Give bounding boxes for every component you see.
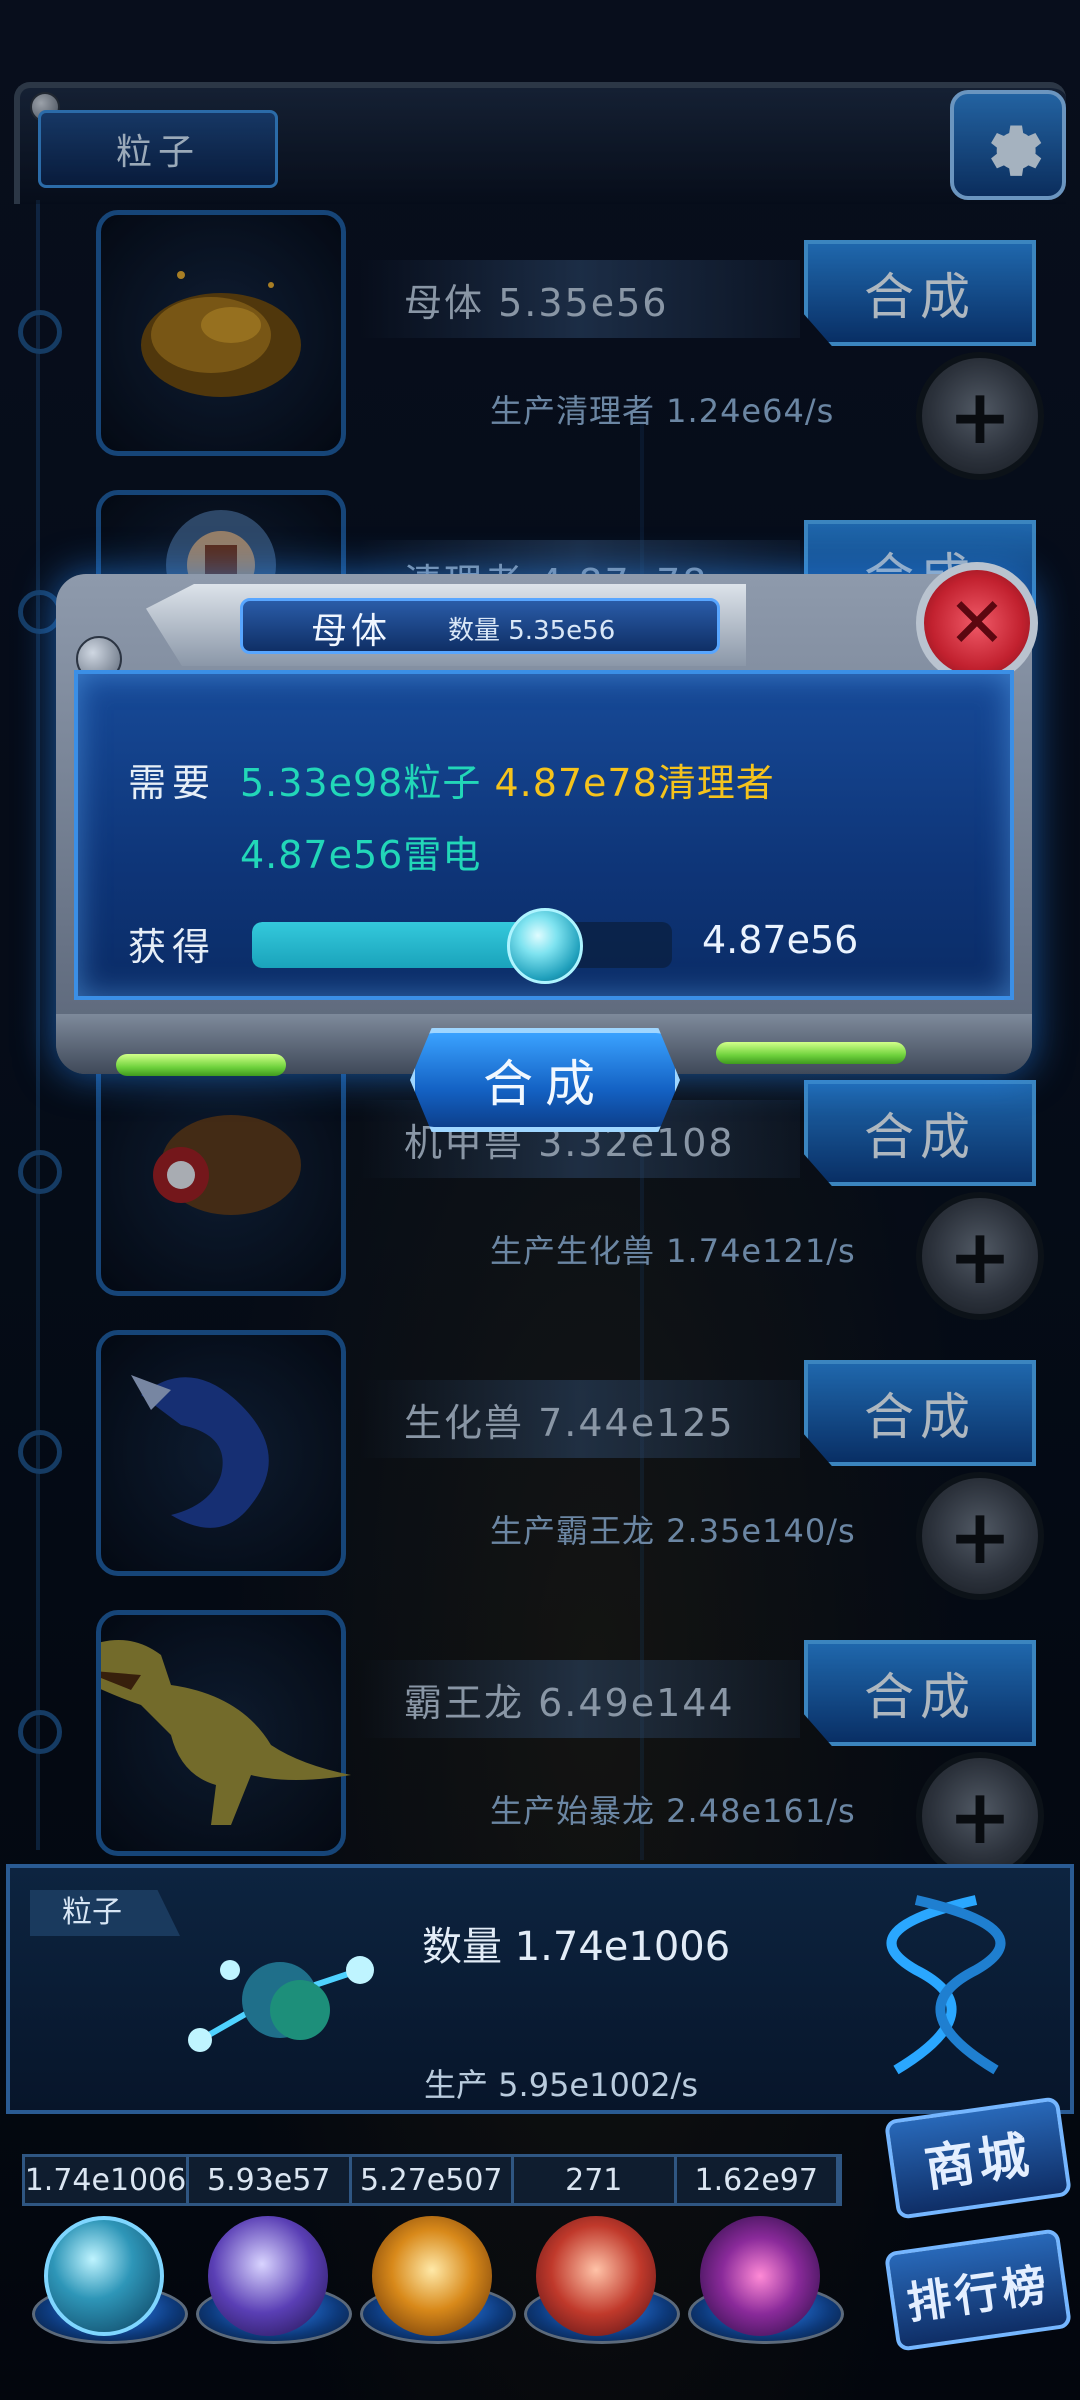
close-button[interactable]: ✕ [916, 562, 1038, 684]
requirements-line-1: 5.33e98粒子 4.87e78清理者 [240, 752, 775, 807]
row-node [18, 1430, 62, 1474]
requirement-cleaner: 4.87e78清理者 [494, 761, 775, 805]
unit-name: 霸王龙 6.49e144 [360, 1660, 800, 1738]
portrait-mecha [96, 1050, 346, 1296]
dna-icon [886, 1895, 1006, 2075]
row-node [18, 1150, 62, 1194]
brain-orb-button[interactable] [536, 2216, 656, 2336]
add-button[interactable]: + [916, 1192, 1044, 1320]
obtain-value: 4.87e56 [702, 918, 859, 962]
resource-fire: 5.27e507 [352, 2157, 514, 2203]
merge-dialog: 母体 数量 5.35e56 ✕ 需要 5.33e98粒子 4.87e78清理者 … [56, 562, 1038, 1132]
trex-icon [71, 1640, 351, 1825]
molecule-icon [188, 1956, 374, 2052]
particle-tag: 粒子 [30, 1890, 180, 1936]
unit-row-biochem: 生化兽 7.44e125 合成 生产霸王龙 2.35e140/s + [0, 1330, 1080, 1600]
production-rate: 生产清理者 1.24e64/s [490, 392, 835, 430]
resource-particles: 1.74e1006 [25, 2157, 189, 2203]
particle-total-count: 数量 1.74e1006 [422, 1924, 731, 1970]
vortex-orb-button[interactable] [700, 2216, 820, 2336]
unit-row-trex: 霸王龙 6.49e144 合成 生产始暴龙 2.48e161/s + [0, 1610, 1080, 1880]
merge-button[interactable]: 合成 [804, 1080, 1036, 1186]
requirements-line-2: 4.87e56雷电 [240, 824, 481, 879]
resource-bar: 1.74e1006 5.93e57 5.27e507 271 1.62e97 [22, 2154, 842, 2206]
merge-button[interactable]: 合成 [804, 1360, 1036, 1466]
unit-name: 生化兽 7.44e125 [360, 1380, 800, 1458]
row-node [18, 1710, 62, 1754]
energy-tube-left [116, 1054, 286, 1076]
add-button[interactable]: + [916, 1752, 1044, 1880]
production-rate: 生产生化兽 1.74e121/s [490, 1232, 856, 1270]
merge-button[interactable]: 合成 [804, 240, 1036, 346]
blue-dragon-icon [131, 1375, 269, 1528]
lightning-orb-button[interactable] [208, 2216, 328, 2336]
fire-orb-button[interactable] [372, 2216, 492, 2336]
need-label: 需要 [128, 761, 217, 805]
dialog-count: 数量 5.35e56 [448, 616, 616, 646]
requirement-lightning: 4.87e56雷电 [240, 833, 482, 877]
particle-tab[interactable]: 粒子 [38, 110, 278, 188]
portrait-trex [71, 1610, 351, 1856]
portrait-biochem [96, 1330, 346, 1576]
resource-brain: 271 [514, 2157, 677, 2203]
add-button[interactable]: + [916, 352, 1044, 480]
particle-orb-button[interactable] [44, 2216, 164, 2336]
row-node [18, 310, 62, 354]
plus-icon: + [948, 371, 1012, 461]
plus-icon: + [948, 1491, 1012, 1581]
plus-icon: + [948, 1211, 1012, 1301]
close-x-icon: ✕ [947, 582, 1007, 664]
matrix-creature-icon [141, 271, 301, 397]
obtain-label: 获得 [128, 925, 217, 969]
amount-slider-fill [252, 922, 525, 968]
energy-tube-right [716, 1042, 906, 1064]
resource-vortex: 1.62e97 [677, 2157, 839, 2203]
amount-slider-track[interactable] [252, 922, 672, 968]
unit-name: 母体 5.35e56 [360, 260, 800, 338]
add-button[interactable]: + [916, 1472, 1044, 1600]
plus-icon: + [948, 1771, 1012, 1861]
portrait-matrix [96, 210, 346, 456]
unit-row-matrix: 母体 5.35e56 合成 生产清理者 1.24e64/s + [0, 210, 1080, 480]
requirement-particles: 5.33e98粒子 [240, 761, 482, 805]
dialog-merge-button[interactable]: 合成 [410, 1028, 680, 1132]
production-rate: 生产始暴龙 2.48e161/s [490, 1792, 856, 1830]
dialog-title: 母体 [310, 611, 391, 652]
resource-lightning: 5.93e57 [189, 2157, 352, 2203]
particle-production-rate: 生产 5.95e1002/s [424, 2066, 699, 2104]
settings-button[interactable] [950, 90, 1066, 200]
production-rate: 生产霸王龙 2.35e140/s [490, 1512, 856, 1550]
amount-slider-knob[interactable] [507, 908, 583, 984]
mecha-beast-icon [153, 1115, 301, 1215]
settings-gear-icon [991, 125, 1042, 176]
merge-button[interactable]: 合成 [804, 1640, 1036, 1746]
